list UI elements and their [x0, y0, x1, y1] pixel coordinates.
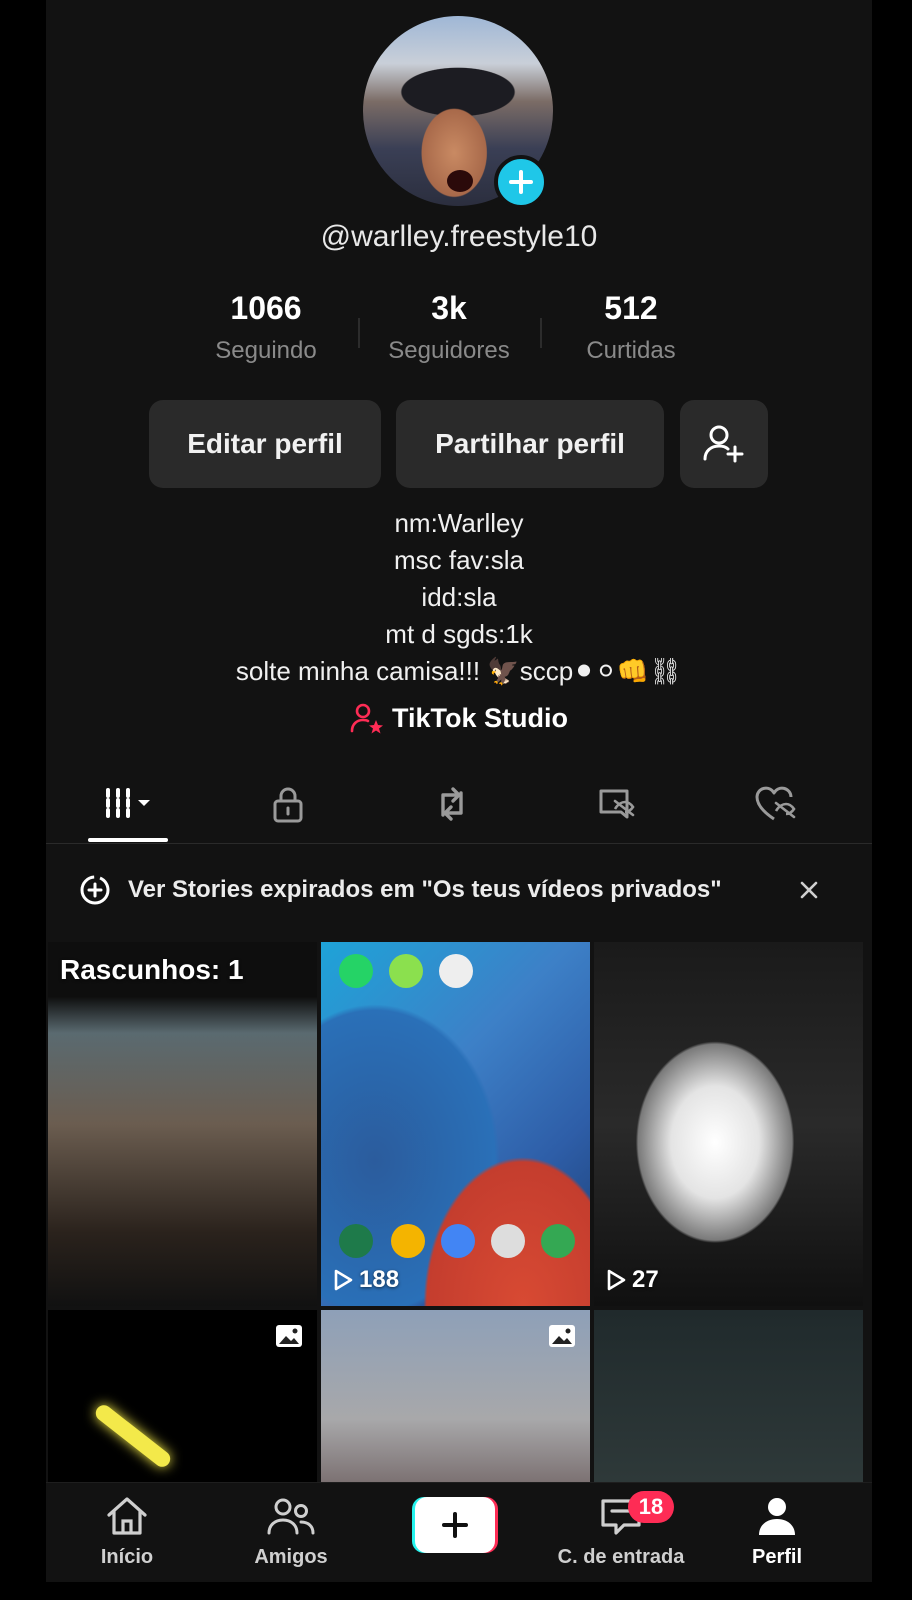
nav-label: Amigos [254, 1546, 328, 1568]
stat-label: Seguindo [215, 337, 317, 364]
edit-profile-button[interactable]: Editar perfil [149, 400, 381, 488]
tab-private[interactable] [248, 780, 328, 828]
story-add-icon [80, 875, 110, 905]
stat-likes[interactable]: 512 Curtidas [541, 290, 721, 365]
studio-label: TikTok Studio [391, 702, 568, 733]
stat-value: 3k [431, 290, 467, 326]
play-icon [607, 1269, 626, 1291]
thumbnail-app-icon [439, 954, 473, 988]
banner-text: Ver Stories expirados em "Os teus vídeos… [128, 876, 722, 903]
tab-videos[interactable] [88, 780, 168, 828]
stats-divider [540, 318, 542, 348]
studio-icon [350, 703, 383, 734]
stat-value: 1066 [230, 290, 302, 326]
bio-line: nm:Warlley [394, 508, 524, 538]
view-count-value: 188 [359, 1266, 400, 1293]
tab-saved[interactable] [576, 780, 656, 828]
thumbnail-app-icon [491, 1224, 525, 1258]
nav-friends[interactable]: Amigos [226, 1495, 356, 1569]
thumbnail-app-icon [389, 954, 423, 988]
bottom-nav: Início Amigos C. de entrada 18 Perfil [46, 1482, 872, 1582]
grid-icon [106, 788, 150, 820]
plus-icon [509, 170, 533, 194]
username: @warlley.freestyle10 [320, 220, 598, 253]
view-count-value: 27 [632, 1266, 659, 1293]
home-icon [107, 1497, 147, 1535]
profile-screen: @warlley.freestyle10 1066 Seguindo 3k Se… [46, 0, 872, 1582]
add-story-button[interactable] [494, 155, 548, 209]
stat-followers[interactable]: 3k Seguidores [359, 290, 539, 365]
expired-stories-banner[interactable]: Ver Stories expirados em "Os teus vídeos… [46, 852, 872, 928]
stat-following[interactable]: 1066 Seguindo [176, 290, 356, 365]
add-user-icon [703, 425, 744, 463]
drafts-tile[interactable]: Rascunhos: 1 [48, 942, 317, 1306]
profile-stats: 1066 Seguindo 3k Seguidores 512 Curtidas [46, 290, 872, 370]
inbox-badge: 18 [628, 1491, 674, 1523]
view-count: 188 [333, 1266, 399, 1294]
nav-label: Início [100, 1546, 154, 1568]
thumbnail-app-icon [339, 1224, 373, 1258]
create-button[interactable] [412, 1497, 498, 1553]
thumbnail-app-icon [441, 1224, 475, 1258]
bio-line: idd:sla [421, 582, 497, 612]
photo-icon [276, 1325, 302, 1347]
content-tabs [46, 770, 872, 844]
profile-icon [759, 1498, 795, 1535]
photo-icon [549, 1325, 575, 1347]
nav-profile[interactable]: Perfil [712, 1495, 842, 1569]
thumbnail-app-icon [339, 954, 373, 988]
nav-home[interactable]: Início [62, 1495, 192, 1569]
add-friend-button[interactable] [680, 400, 768, 488]
thumbnail-app-icon [391, 1224, 425, 1258]
bio-line: mt d sgds:1k [385, 619, 533, 649]
close-icon[interactable] [798, 879, 820, 901]
heart-hidden-icon [755, 786, 796, 821]
tab-reposts[interactable] [412, 780, 492, 828]
tiktok-studio-link[interactable]: TikTok Studio [46, 702, 872, 734]
view-count: 27 [606, 1266, 659, 1294]
lock-icon [273, 787, 303, 823]
plus-icon [442, 1512, 468, 1538]
repost-icon [441, 787, 463, 821]
stat-value: 512 [604, 290, 658, 326]
drafts-label: Rascunhos: 1 [60, 954, 244, 985]
thumbnail-graphic [92, 1401, 174, 1471]
tab-liked[interactable] [736, 780, 816, 828]
play-icon [334, 1269, 353, 1291]
active-tab-indicator [88, 838, 168, 842]
stats-divider [358, 318, 360, 348]
bio-line: solte minha camisa!!! 🦅sccp⚫⚪👊⛓ [235, 656, 683, 686]
stat-label: Curtidas [586, 337, 676, 364]
nav-label: C. de entrada [557, 1546, 685, 1568]
share-profile-button[interactable]: Partilhar perfil [396, 400, 664, 488]
friends-icon [267, 1498, 315, 1535]
bio-line: msc fav:sla [393, 545, 525, 575]
bio: nm:Warlley msc fav:sla idd:sla mt d sgds… [46, 505, 872, 690]
stat-label: Seguidores [388, 337, 510, 364]
nav-label: Perfil [751, 1546, 803, 1568]
video-tile[interactable]: 188 [321, 942, 590, 1306]
bookmark-hidden-icon [599, 789, 635, 819]
thumbnail-app-icon [541, 1224, 575, 1258]
video-tile[interactable]: 27 [594, 942, 863, 1306]
